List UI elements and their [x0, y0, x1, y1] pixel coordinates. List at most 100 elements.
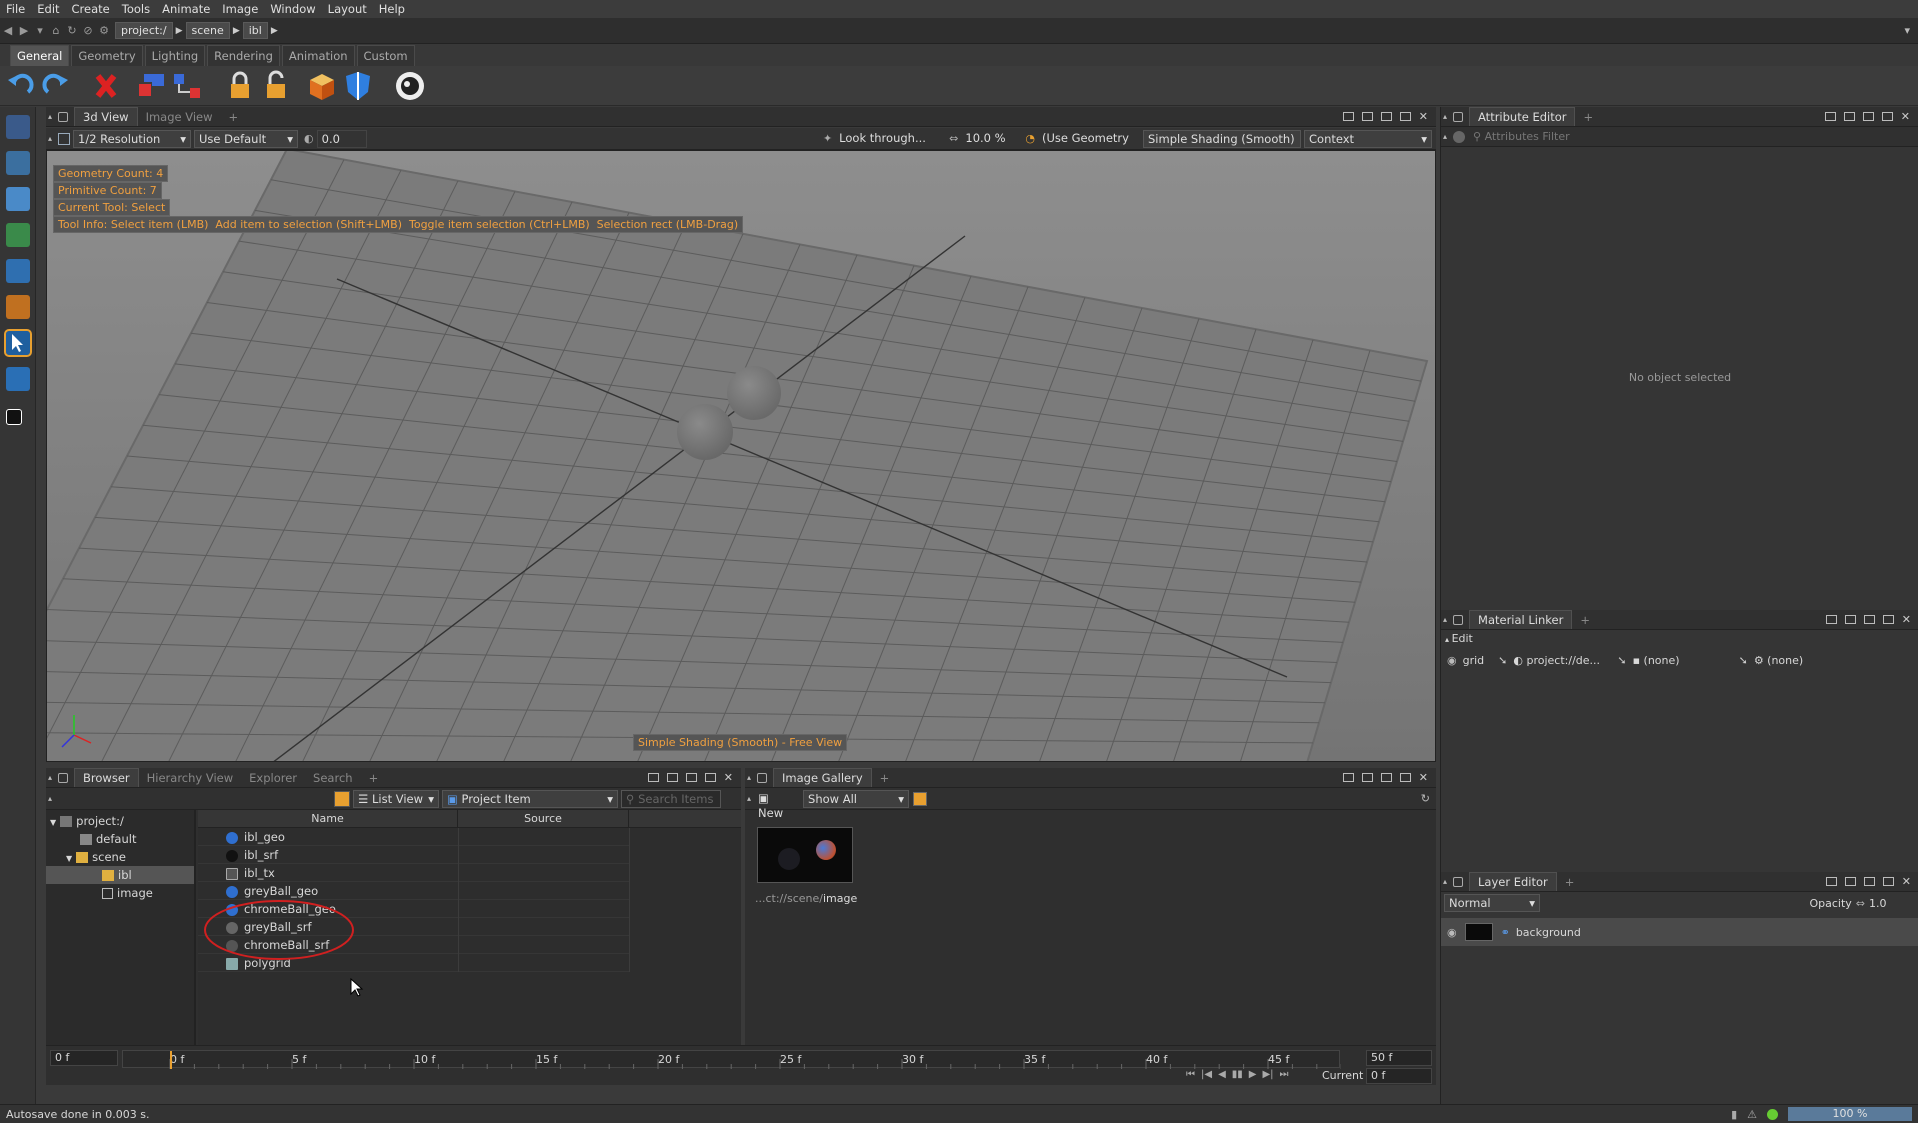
list-item[interactable]: ibl_geo	[198, 828, 629, 846]
use-geometry-button[interactable]: (Use Geometry	[1038, 130, 1140, 148]
tree-item-default[interactable]: default	[46, 830, 194, 848]
context-dropdown[interactable]: Context ▾	[1304, 129, 1432, 148]
collapse-icon[interactable]: ▴	[1443, 615, 1447, 624]
tab-geometry[interactable]: Geometry	[71, 45, 143, 66]
back-icon[interactable]: ◀	[2, 24, 14, 37]
column-name[interactable]: Name	[198, 810, 458, 827]
panel-lock-icon[interactable]	[58, 772, 69, 783]
attributes-filter-input[interactable]: ⚲ Attributes Filter	[1473, 130, 1918, 143]
layout-vertical-icon[interactable]	[1380, 773, 1392, 782]
add-tab-icon[interactable]: +	[1557, 873, 1583, 891]
tab-browser[interactable]: Browser	[74, 768, 139, 787]
material-link-row[interactable]: ◉ grid ➘ ◐ project://de... ➘ ▪ (none) ➘ …	[1441, 650, 1918, 670]
expand-icon[interactable]: ▼	[50, 818, 56, 827]
maximize-icon[interactable]	[1882, 877, 1894, 886]
tab-explorer[interactable]: Explorer	[241, 769, 305, 787]
pick-tool-icon[interactable]	[6, 187, 30, 211]
eye-icon[interactable]: ◉	[1447, 926, 1457, 939]
tab-general[interactable]: General	[10, 45, 70, 66]
collapse-icon[interactable]: ▴	[48, 794, 52, 803]
close-icon[interactable]: ✕	[1419, 771, 1428, 784]
tab-attribute-editor[interactable]: Attribute Editor	[1469, 107, 1576, 126]
eye-icon[interactable]: ◉	[1447, 654, 1457, 667]
panel-lock-icon[interactable]	[1453, 614, 1464, 625]
tab-lighting[interactable]: Lighting	[144, 45, 206, 66]
tab-image-view[interactable]: Image View	[138, 108, 221, 126]
stop-icon[interactable]: ⊘	[82, 24, 94, 37]
close-icon[interactable]: ✕	[1902, 875, 1911, 888]
lock-icon[interactable]	[224, 70, 256, 102]
collapse-icon[interactable]: ▴	[747, 794, 751, 803]
grey-ball[interactable]	[727, 366, 781, 420]
maximize-icon[interactable]	[1399, 112, 1411, 121]
current-frame-field[interactable]: 0 f	[1366, 1068, 1432, 1084]
hierarchy-icon[interactable]	[172, 70, 204, 102]
layout-horizontal-icon[interactable]	[1361, 773, 1373, 782]
unlock-icon[interactable]	[260, 70, 292, 102]
tree-item-project[interactable]: ▼ project:/	[46, 812, 194, 830]
layout-horizontal-icon[interactable]	[1361, 112, 1373, 121]
menu-animate[interactable]: Animate	[156, 2, 216, 16]
menu-file[interactable]: File	[0, 2, 31, 16]
tab-animation[interactable]: Animation	[281, 45, 355, 66]
image-thumbnail[interactable]	[757, 827, 853, 883]
maximize-icon[interactable]	[1399, 773, 1411, 782]
menu-image[interactable]: Image	[216, 2, 264, 16]
end-frame-field[interactable]: 50 f	[1366, 1050, 1432, 1066]
breadcrumb-scene[interactable]: scene	[185, 22, 230, 39]
start-frame-field[interactable]: 0 f	[50, 1050, 118, 1066]
list-item[interactable]: ibl_tx	[198, 864, 629, 882]
tree-item-ibl[interactable]: ibl	[46, 866, 194, 884]
time-ruler[interactable]: 0 f 5 f 10 f 15 f 20 f 25 f 30 f 35 f 40…	[122, 1050, 1397, 1079]
layout-split-icon[interactable]	[1342, 773, 1354, 782]
layout-split-icon[interactable]	[1342, 112, 1354, 121]
render-teapot-icon[interactable]	[394, 70, 426, 102]
menu-window[interactable]: Window	[264, 2, 321, 16]
add-tab-icon[interactable]: +	[872, 769, 898, 787]
transform-tool-icon[interactable]	[6, 115, 30, 139]
collapse-icon[interactable]: ▴	[1443, 112, 1447, 121]
last-frame-icon[interactable]: ⏭	[1280, 1069, 1289, 1080]
close-icon[interactable]: ✕	[1901, 110, 1910, 123]
view-mode-dropdown[interactable]: ☰ List View ▾	[353, 789, 440, 808]
layer-row-background[interactable]: ◉ ⚭ background	[1441, 918, 1918, 946]
zoom-field[interactable]: 10.0 %	[961, 130, 1021, 148]
delete-icon[interactable]	[90, 70, 122, 102]
tab-rendering[interactable]: Rendering	[207, 45, 280, 66]
menu-help[interactable]: Help	[373, 2, 411, 16]
layout-split-icon[interactable]	[1825, 615, 1837, 624]
gallery-view-icon[interactable]	[913, 791, 928, 806]
maximize-icon[interactable]	[704, 773, 716, 782]
add-tab-icon[interactable]: +	[361, 769, 387, 787]
layout-vertical-icon[interactable]	[1863, 615, 1875, 624]
expand-icon[interactable]: ▼	[66, 854, 72, 863]
redo-icon[interactable]	[40, 70, 72, 102]
menu-edit[interactable]: Edit	[31, 2, 65, 16]
history-icon[interactable]: ▾	[34, 24, 46, 37]
opacity-field[interactable]: 1.0	[1869, 897, 1918, 910]
play-icon[interactable]: ▶	[1249, 1069, 1257, 1080]
look-through-button[interactable]: Look through...	[835, 130, 945, 148]
list-item[interactable]: ibl_srf	[198, 846, 629, 864]
forward-icon[interactable]: ▶	[18, 24, 30, 37]
menu-tools[interactable]: Tools	[116, 2, 156, 16]
blend-mode-dropdown[interactable]: Normal ▾	[1444, 894, 1540, 912]
layout-split-icon[interactable]	[1824, 112, 1836, 121]
close-icon[interactable]: ✕	[1419, 110, 1428, 123]
tree-item-image[interactable]: image	[46, 884, 194, 902]
add-tab-icon[interactable]: +	[1572, 611, 1598, 629]
prev-key-icon[interactable]: |◀	[1201, 1069, 1212, 1080]
shield-icon[interactable]	[342, 70, 374, 102]
zoom-icon[interactable]: ⇔	[949, 132, 958, 145]
add-tab-icon[interactable]: +	[221, 108, 247, 126]
edit-tool-icon[interactable]	[6, 367, 30, 391]
viewport-3d[interactable]: Geometry Count: 4 Primitive Count: 7 Cur…	[46, 150, 1436, 762]
close-icon[interactable]: ✕	[1902, 613, 1911, 626]
layout-vertical-icon[interactable]	[1380, 112, 1392, 121]
brush-tool-icon[interactable]	[6, 259, 30, 283]
add-tab-icon[interactable]: +	[1575, 108, 1601, 126]
display-options-icon[interactable]	[58, 132, 71, 145]
pin-icon[interactable]	[1453, 130, 1466, 143]
shader-dropdown[interactable]: ⚙ (none)	[1754, 654, 1844, 667]
new-image-button[interactable]: ▣ New	[754, 790, 800, 820]
